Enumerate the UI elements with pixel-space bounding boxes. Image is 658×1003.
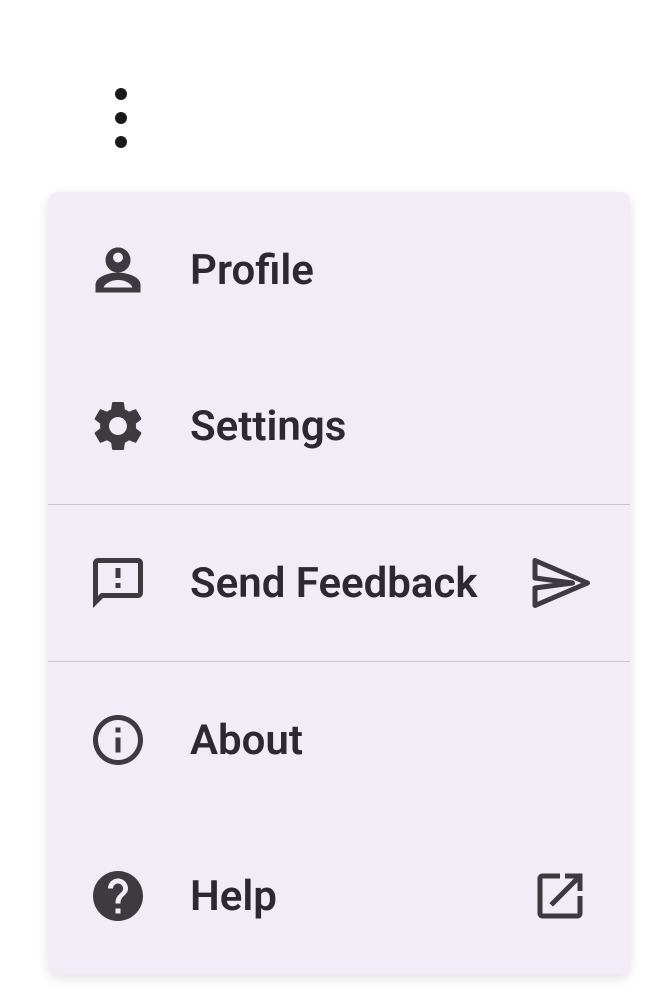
more-menu-button[interactable] <box>103 88 139 148</box>
kebab-dot <box>115 112 127 124</box>
feedback-icon <box>88 553 148 613</box>
menu-item-label: About <box>190 716 590 765</box>
menu-item-profile[interactable]: Profile <box>48 192 630 348</box>
info-icon <box>88 710 148 770</box>
menu-item-label: Profile <box>190 246 590 295</box>
menu-item-label: Help <box>190 872 530 921</box>
help-icon <box>88 866 148 926</box>
open-external-icon <box>530 866 590 926</box>
menu-item-help[interactable]: Help <box>48 818 630 974</box>
gear-icon <box>88 396 148 456</box>
menu-item-label: Settings <box>190 402 590 451</box>
menu-item-about[interactable]: About <box>48 662 630 818</box>
person-icon <box>88 240 148 300</box>
menu-item-settings[interactable]: Settings <box>48 348 630 504</box>
menu-item-label: Send Feedback <box>190 559 530 608</box>
kebab-dot <box>115 88 127 100</box>
send-icon <box>530 553 590 613</box>
menu-item-send-feedback[interactable]: Send Feedback <box>48 505 630 661</box>
dropdown-menu: Profile Settings Send Feedback About Hel… <box>48 192 630 974</box>
kebab-dot <box>115 136 127 148</box>
